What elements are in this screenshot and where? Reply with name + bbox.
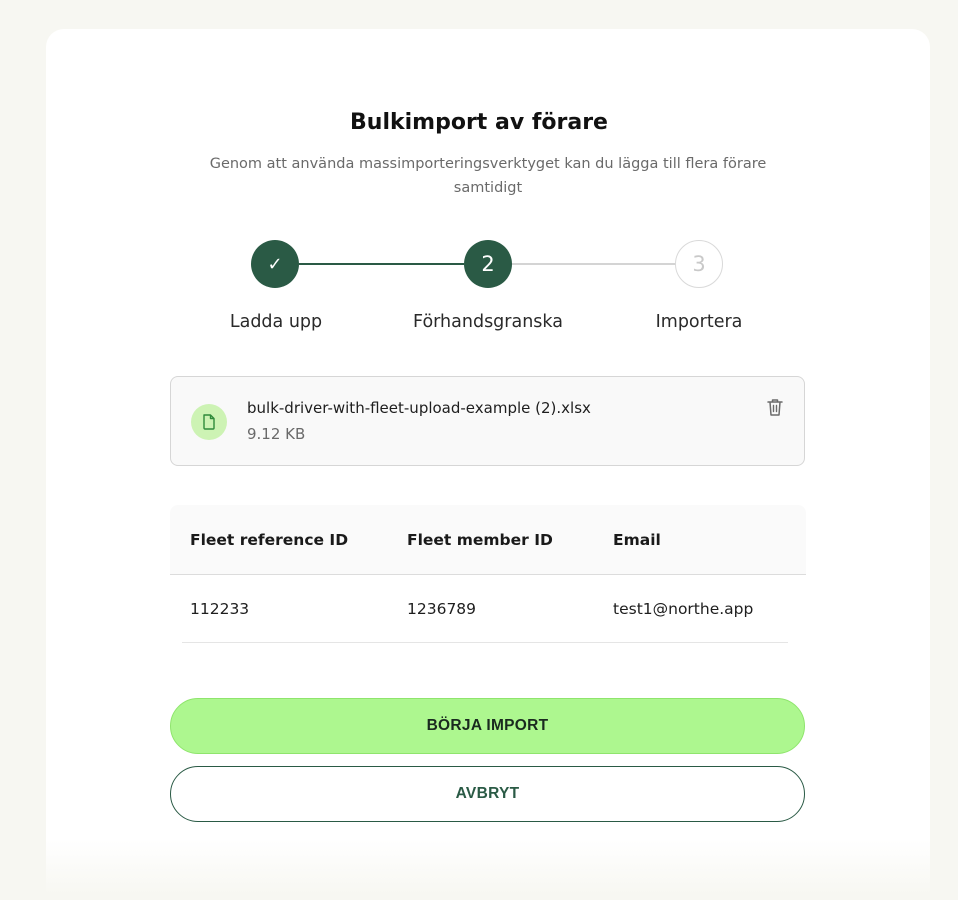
step-2-circle: 2 xyxy=(464,240,512,288)
uploaded-file-card: bulk-driver-with-fleet-upload-example (2… xyxy=(170,376,805,466)
cell-email: test1@northe.app xyxy=(613,600,754,618)
column-header-fleet-reference-id: Fleet reference ID xyxy=(190,531,349,549)
start-import-button[interactable]: BÖRJA IMPORT xyxy=(170,698,805,754)
cell-fleet-member-id: 1236789 xyxy=(407,600,477,618)
step-3-number: 3 xyxy=(692,252,706,276)
bottom-fade xyxy=(46,840,930,900)
file-size: 9.12 KB xyxy=(247,425,306,443)
column-header-email: Email xyxy=(613,531,661,549)
step-2-label: Förhandsgranska xyxy=(413,312,563,332)
trash-icon[interactable] xyxy=(766,397,784,417)
column-header-fleet-member-id: Fleet member ID xyxy=(407,531,553,549)
page-title: Bulkimport av förare xyxy=(350,110,608,135)
cancel-button[interactable]: AVBRYT xyxy=(170,766,805,822)
step-connector-pending xyxy=(511,263,676,265)
table-row: 112233 1236789 test1@northe.app xyxy=(182,575,788,643)
file-icon xyxy=(191,404,227,440)
preview-table: Fleet reference ID Fleet member ID Email… xyxy=(170,505,806,643)
step-connector-completed xyxy=(299,263,464,265)
checkmark-icon: ✓ xyxy=(267,253,283,275)
table-header: Fleet reference ID Fleet member ID Email xyxy=(170,505,806,575)
step-2-number: 2 xyxy=(481,252,495,276)
step-3-circle: 3 xyxy=(675,240,723,288)
step-1-label: Ladda upp xyxy=(229,312,323,332)
step-1-circle: ✓ xyxy=(251,240,299,288)
cell-fleet-reference-id: 112233 xyxy=(190,600,250,618)
step-3-label: Importera xyxy=(655,312,743,332)
page-subtitle: Genom att använda massimporteringsverkty… xyxy=(209,156,767,196)
file-name: bulk-driver-with-fleet-upload-example (2… xyxy=(247,399,591,417)
